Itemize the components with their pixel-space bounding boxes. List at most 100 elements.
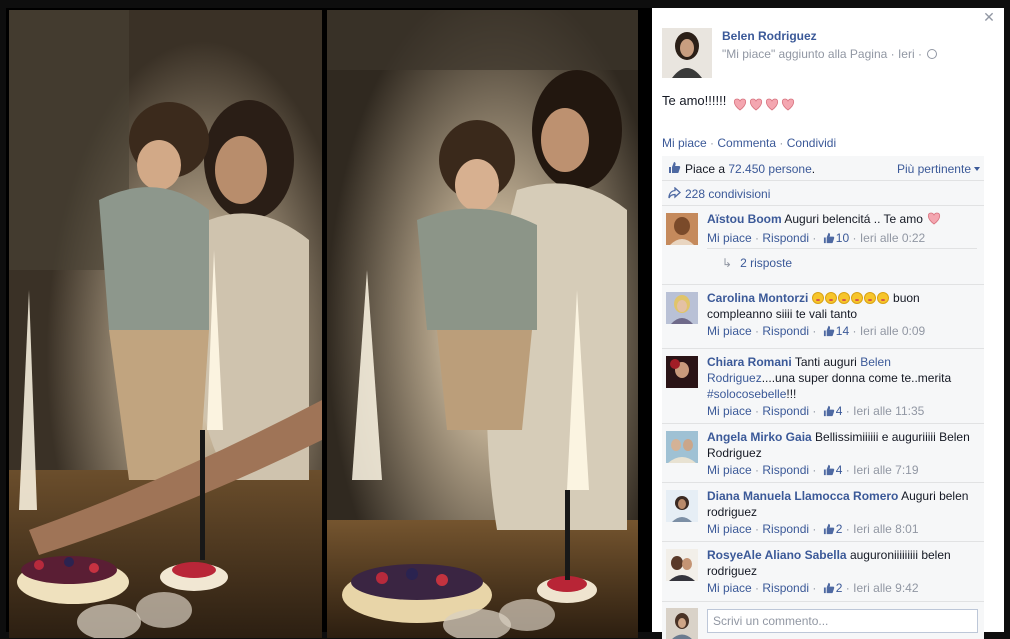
likes-prefix: Piace a <box>685 162 726 176</box>
likes-people-link[interactable]: 72.450 persone <box>728 162 811 176</box>
comment-meta: Mi piace · Rispondi · 2 · Ieri alle 9:42 <box>707 580 979 598</box>
author-name[interactable]: Belen Rodriguez <box>722 29 817 43</box>
comment-reply-link[interactable]: Rispondi <box>762 581 809 595</box>
commenter-name[interactable]: Aïstou Boom <box>707 212 782 226</box>
separator: · <box>852 324 857 338</box>
thumbs-up-icon <box>668 161 681 177</box>
comment-reply-link[interactable]: Rispondi <box>762 404 809 418</box>
separator: · <box>845 581 850 595</box>
comment-composer <box>662 604 984 639</box>
globe-icon[interactable] <box>927 49 938 59</box>
comment-like-link[interactable]: Mi piace <box>707 463 752 477</box>
commenter-name[interactable]: Carolina Montorzi <box>707 291 808 305</box>
commenter-avatar[interactable] <box>666 431 698 463</box>
comment-like-link[interactable]: Mi piace <box>707 324 752 338</box>
comment-like-count[interactable]: 14 <box>836 324 849 338</box>
commenter-name[interactable]: Angela Mirko Gaia <box>707 430 812 444</box>
post-actions: Mi piace · Commenta · Condividi <box>662 136 836 150</box>
commenter-name[interactable]: Diana Manuela Llamocca Romero <box>707 489 898 503</box>
hashtag-link[interactable]: #solocosebelle <box>707 387 786 401</box>
separator: · <box>812 324 817 338</box>
view-replies-link[interactable]: ↳ 2 risposte <box>722 256 792 270</box>
likes-count: Piace a 72.450 persone. <box>685 162 815 176</box>
like-link[interactable]: Mi piace <box>662 136 707 150</box>
comment-input[interactable] <box>707 609 978 633</box>
separator: · <box>852 231 857 245</box>
comment-reply-link[interactable]: Rispondi <box>762 522 809 536</box>
comment-item: Chiara Romani Tanti auguri Belen Rodrigu… <box>662 349 984 424</box>
photo-right[interactable] <box>327 10 638 638</box>
commenter-avatar[interactable] <box>666 292 698 324</box>
comment-reply-link[interactable]: Rispondi <box>762 231 809 245</box>
comment-time[interactable]: Ieri alle 0:09 <box>860 324 925 338</box>
separator: · <box>779 136 784 150</box>
comment-reply-link[interactable]: Rispondi <box>762 463 809 477</box>
kiss-emoji <box>824 292 837 304</box>
reply-arrow-icon: ↳ <box>722 256 733 270</box>
comment-time[interactable]: Ieri alle 9:42 <box>853 581 918 595</box>
photo-left[interactable] <box>9 10 322 638</box>
comment-text-prefix: Tanti auguri <box>794 355 857 369</box>
post-panel: ✕ Belen Rodriguez "Mi piace" aggiunto al… <box>652 8 1004 639</box>
comment-body: Carolina Montorzi buon compleanno siiii … <box>707 290 979 341</box>
comment-like-link[interactable]: Mi piace <box>707 231 752 245</box>
commenter-name[interactable]: Chiara Romani <box>707 355 792 369</box>
likes-suffix: . <box>811 162 816 176</box>
commenter-avatar[interactable] <box>666 549 698 581</box>
separator: · <box>845 404 850 418</box>
comment-like-link[interactable]: Mi piace <box>707 404 752 418</box>
comment-body: Angela Mirko Gaia Bellissimiiiiii e augu… <box>707 429 979 480</box>
thumbs-up-icon <box>823 325 835 341</box>
comment-body: Aïstou Boom Auguri belencitá .. Te amo M… <box>707 211 979 248</box>
separator: · <box>755 404 760 418</box>
comment-like-count[interactable]: 10 <box>836 231 849 245</box>
shares-link[interactable]: 228 condivisioni <box>685 187 770 201</box>
separator: · <box>755 581 760 595</box>
comment-meta: Mi piace · Rispondi · 4 · Ieri alle 11:3… <box>707 403 979 421</box>
caret-down-icon <box>974 167 980 171</box>
comment-meta: Mi piace · Rispondi · 14 · Ieri alle 0:0… <box>707 323 979 341</box>
photo-stage[interactable] <box>6 8 652 638</box>
commenter-avatar[interactable] <box>666 490 698 522</box>
likes-summary: Piace a 72.450 persone. Più pertinente <box>662 156 984 181</box>
separator: · <box>755 522 760 536</box>
comment-like-link[interactable]: Mi piace <box>707 581 752 595</box>
share-link[interactable]: Condividi <box>787 136 836 150</box>
comment-item: Angela Mirko Gaia Bellissimiiiiii e augu… <box>662 424 984 483</box>
comment-time[interactable]: Ieri alle 11:35 <box>853 404 924 418</box>
commenter-name[interactable]: RosyeAle Aliano Sabella <box>707 548 847 562</box>
comment-like-count[interactable]: 4 <box>836 463 843 477</box>
feedback-box: Piace a 72.450 persone. Più pertinente 2… <box>662 156 984 639</box>
sort-label: Più pertinente <box>896 162 971 176</box>
author-avatar[interactable] <box>662 28 712 78</box>
comment-like-count[interactable]: 2 <box>836 522 843 536</box>
comment-like-count[interactable]: 4 <box>836 404 843 418</box>
share-icon <box>668 186 681 202</box>
comment-time[interactable]: Ieri alle 8:01 <box>853 522 918 536</box>
comment-link[interactable]: Commenta <box>717 136 776 150</box>
comment-meta: Mi piace · Rispondi · 10 · Ieri alle 0:2… <box>707 230 979 248</box>
comment-like-link[interactable]: Mi piace <box>707 522 752 536</box>
close-icon[interactable]: ✕ <box>982 10 996 24</box>
sort-dropdown[interactable]: Più pertinente <box>897 162 980 176</box>
separator: · <box>812 463 817 477</box>
thumbs-up-icon <box>823 232 835 248</box>
separator: · <box>845 463 850 477</box>
thumbs-up-icon <box>823 464 835 480</box>
separator: · <box>812 231 817 245</box>
comment-text-middle: ....una super donna come te..merita <box>761 371 952 385</box>
comment-time[interactable]: Ieri alle 0:22 <box>860 231 925 245</box>
comment-time[interactable]: Ieri alle 7:19 <box>853 463 918 477</box>
comment-like-count[interactable]: 2 <box>836 581 843 595</box>
separator: · <box>812 581 817 595</box>
kiss-emoji <box>876 292 889 304</box>
thumbs-up-icon <box>823 405 835 421</box>
commenter-avatar[interactable] <box>666 213 698 245</box>
viewer-avatar[interactable] <box>666 608 698 639</box>
comment-item: Diana Manuela Llamocca Romero Auguri bel… <box>662 483 984 542</box>
comment-body: Chiara Romani Tanti auguri Belen Rodrigu… <box>707 354 979 421</box>
kiss-emoji <box>811 292 824 304</box>
commenter-avatar[interactable] <box>666 356 698 388</box>
comment-reply-link[interactable]: Rispondi <box>762 324 809 338</box>
post-meta-text: "Mi piace" aggiunto alla Pagina · Ieri · <box>722 47 922 61</box>
